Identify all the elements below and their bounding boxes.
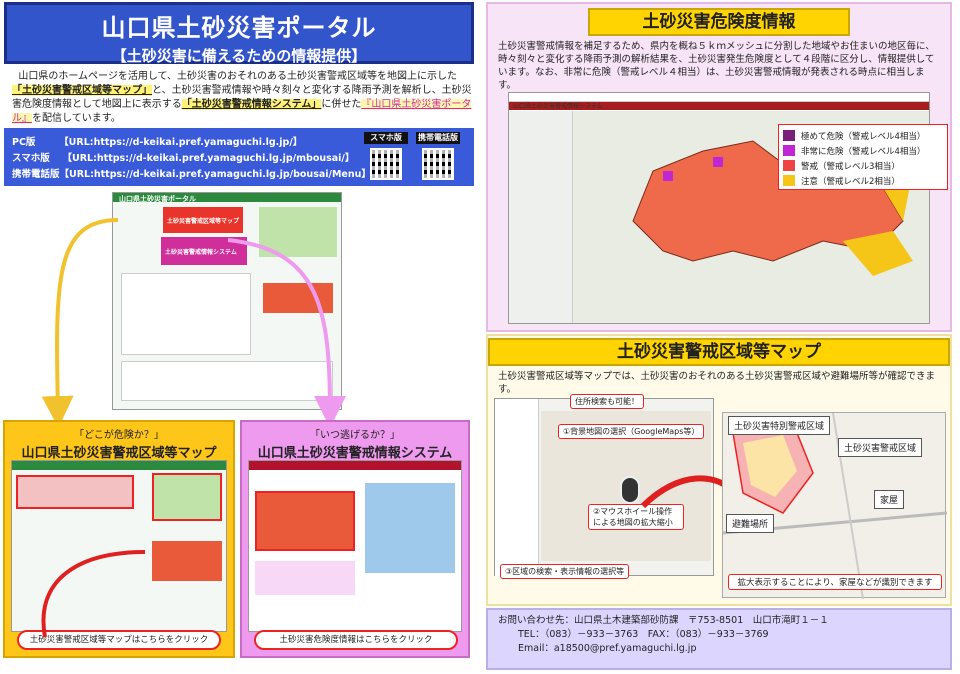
risk-text: 土砂災害警戒情報を補足するため、県内を概ね５ｋｍメッシュに分割した地域やお住まい… <box>498 41 935 91</box>
tag-house: 家屋 <box>874 490 905 509</box>
page-header: 山口県土砂災害ポータル 【土砂災害に備えるための情報提供】 <box>4 2 474 65</box>
page-title: 山口県土砂災害ポータル <box>101 14 377 42</box>
system-box: 「いつ逃げるか？」 山口県土砂災害警戒情報システム 土砂災害危険度情報はこちらを… <box>240 420 470 658</box>
zonemap-box-sub: 「どこが危険か？」 <box>74 430 164 441</box>
tag-shelter: 避難場所 <box>726 514 775 533</box>
legend-item: 極めて危険（警戒レベル4相当） <box>783 128 943 143</box>
tag-zone: 土砂災害警戒区域 <box>838 438 923 457</box>
zonemap-box: 「どこが危険か？」 山口県土砂災害警戒区域等マップ 土砂災害警戒区域等マップはこ… <box>3 420 235 658</box>
contact-line-phone: TEL：（083）－933－3763 FAX：（083）－933－3769 <box>518 629 769 640</box>
legend-item: 注意（警戒レベル2相当） <box>783 173 943 188</box>
qr-code-smartphone[interactable] <box>370 148 402 180</box>
zoom-note: 拡大表示することにより、家屋などが識別できます <box>728 574 942 590</box>
contact-box: お問い合わせ先：山口県土木建築部砂防課 〒753-8501 山口市滝町１－１ T… <box>486 608 952 670</box>
arrows-overlay <box>41 218 346 428</box>
callout-basemap: ①背景地図の選択（GoogleMaps等） <box>558 424 705 439</box>
qr-label-mobile: 携帯電話版 <box>416 132 460 144</box>
callout-search-display: ③区域の検索・表示情報の選択等 <box>500 564 630 579</box>
risk-section: 土砂災害危険度情報 土砂災害警戒情報を補足するため、県内を概ね５ｋｍメッシュに分… <box>486 2 952 332</box>
system-box-risk-map[interactable] <box>255 491 355 551</box>
risk-shot-title: 山口県土砂災害警戒情報システム <box>513 103 603 110</box>
legend-item: 非常に危険（警戒レベル4相当） <box>783 143 943 158</box>
legend-item: 警戒（警戒レベル3相当） <box>783 158 943 173</box>
zonemap-section: 土砂災害警戒区域等マップ 土砂災害警戒区域等マップでは、土砂災害のおそれのある土… <box>486 334 952 606</box>
risk-legend: 極めて危険（警戒レベル4相当） 非常に危険（警戒レベル4相当） 警戒（警戒レベル… <box>778 124 948 190</box>
system-box-title: 山口県土砂災害警戒情報システム <box>257 446 453 461</box>
system-click-button[interactable]: 土砂災害危険度情報はこちらをクリック <box>254 630 458 650</box>
mouse-icon <box>620 476 640 504</box>
zonemap-text: 土砂災害警戒区域等マップでは、土砂災害のおそれのある土砂災害警戒区域や避難場所等… <box>498 371 936 395</box>
qr-label-smartphone: スマホ版 <box>364 132 408 144</box>
intro-link-system[interactable]: 「土砂災害警戒情報システム」 <box>181 99 322 110</box>
intro-text: 山口県のホームページを活用して、土砂災害のおそれのある土砂災害警戒区域等を地図上… <box>12 70 472 126</box>
contact-line-email[interactable]: Email：a18500@pref.yamaguchi.lg.jp <box>498 642 940 656</box>
page-subtitle: 【土砂災害に備えるための情報提供】 <box>111 47 367 65</box>
qr-code-mobile[interactable] <box>422 148 454 180</box>
risk-title: 土砂災害危険度情報 <box>588 8 850 36</box>
intro-link-zonemap[interactable]: 「土砂災害警戒区域等マップ」 <box>12 85 152 96</box>
zonemap-box-title: 山口県土砂災害警戒区域等マップ <box>21 446 217 461</box>
callout-search: 住所検索も可能！ <box>570 394 644 409</box>
intro-part1: 山口県のホームページを活用して、土砂災害のおそれのある土砂災害警戒区域等を地図上… <box>18 71 458 82</box>
system-box-sub: 「いつ逃げるか？」 <box>310 430 400 441</box>
zonemap-title: 土砂災害警戒区域等マップ <box>488 338 950 366</box>
zonemap-box-highlight[interactable] <box>16 475 134 509</box>
system-box-shot <box>248 460 462 632</box>
zonemap-red-arrow <box>41 550 146 638</box>
intro-part4: を配信しています。 <box>32 113 121 124</box>
tag-special-zone: 土砂災害特別警戒区域 <box>728 416 831 435</box>
url-bar: PC版 【URL:https://d-keikai.pref.yamaguchi… <box>4 128 474 186</box>
risk-shot-sidebar <box>509 111 573 323</box>
intro-part3: に併せた <box>321 99 362 110</box>
contact-line-address: お問い合わせ先：山口県土木建築部砂防課 〒753-8501 山口市滝町１－１ <box>498 615 829 626</box>
